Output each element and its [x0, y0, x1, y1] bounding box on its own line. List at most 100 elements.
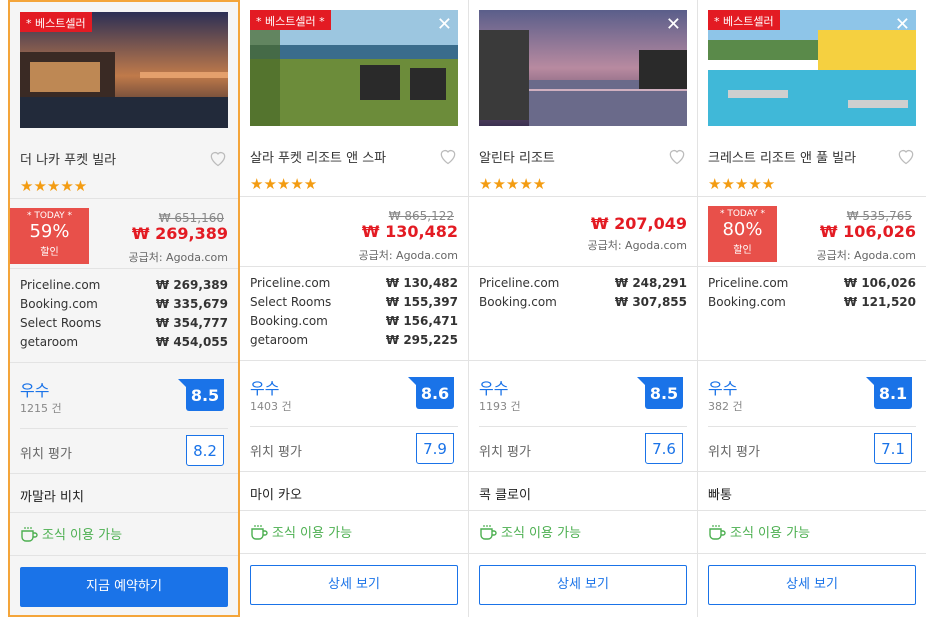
divider — [250, 426, 458, 427]
divider — [10, 512, 238, 513]
deal-price[interactable]: ₩ 269,389 — [132, 224, 228, 243]
breakfast-label: 조식 이용 가능 — [272, 526, 353, 541]
hotel-name[interactable]: 더 나카 푸켓 빌라 — [20, 149, 116, 168]
offer-site: getaroom — [250, 333, 309, 347]
divider — [10, 473, 238, 474]
offer-row[interactable]: getaroom ₩ 454,055 — [20, 335, 228, 354]
star-rating: ★★★★★ — [250, 175, 318, 193]
divider — [10, 268, 238, 269]
offer-site: Booking.com — [250, 314, 328, 328]
bestseller-badge: * 베스트셀러 * — [250, 10, 331, 30]
area-name: 콕 클로이 — [479, 488, 531, 503]
hotel-card-4[interactable]: * 베스트셀러 ✕ 크레스트 리조트 앤 풀 빌라 ★★★★★ * TODAY … — [698, 0, 926, 617]
divider — [698, 471, 926, 472]
close-icon[interactable]: ✕ — [666, 16, 681, 34]
review-count[interactable]: 1215 건 — [20, 400, 62, 416]
location-score: 7.6 — [645, 433, 683, 464]
breakfast-info: 조식 이용 가능 — [479, 522, 581, 541]
offer-row[interactable]: Priceline.com ₩ 130,482 — [250, 276, 458, 295]
today-label: * TODAY * — [26, 211, 73, 221]
offer-row[interactable]: Priceline.com ₩ 248,291 — [479, 276, 687, 295]
view-details-button[interactable]: 상세 보기 — [708, 565, 916, 605]
today-label: * TODAY * — [719, 209, 766, 219]
view-details-button[interactable]: 상세 보기 — [479, 565, 687, 605]
area-name: 빠통 — [708, 488, 732, 503]
deal-price[interactable]: ₩ 130,482 — [362, 222, 458, 241]
heart-icon[interactable] — [438, 146, 458, 166]
hotel-name[interactable]: 크레스트 리조트 앤 풀 빌라 — [708, 147, 856, 166]
offer-row[interactable]: Priceline.com ₩ 106,026 — [708, 276, 916, 295]
offer-row[interactable]: Booking.com ₩ 156,471 — [250, 314, 458, 333]
close-icon[interactable]: ✕ — [437, 16, 452, 34]
close-icon[interactable]: ✕ — [895, 16, 910, 34]
hotel-card-2[interactable]: * 베스트셀러 * ✕ 살라 푸켓 리조트 앤 스파 ★★★★★ ₩ 865,1… — [240, 0, 469, 617]
divider — [698, 360, 926, 361]
review-count[interactable]: 382 건 — [708, 398, 743, 414]
offer-row[interactable]: Booking.com ₩ 335,679 — [20, 297, 228, 316]
bestseller-badge: * 베스트셀러 — [708, 10, 780, 30]
hotel-name[interactable]: 살라 푸켓 리조트 앤 스파 — [250, 147, 386, 166]
divider — [698, 266, 926, 267]
hotel-photo[interactable]: * 베스트셀러 ✕ — [708, 10, 916, 126]
heart-icon[interactable] — [208, 148, 228, 168]
offer-list: Priceline.com ₩ 130,482 Select Rooms ₩ 155… — [250, 276, 458, 352]
offer-row[interactable]: Select Rooms ₩ 155,397 — [250, 295, 458, 314]
star-rating: ★★★★★ — [708, 175, 776, 193]
offer-price: ₩ 269,389 — [155, 278, 228, 292]
deal-price[interactable]: ₩ 106,026 — [820, 222, 916, 241]
review-score: 8.5 — [178, 379, 224, 411]
divider — [240, 471, 468, 472]
divider — [10, 555, 238, 556]
today-discount-badge: * TODAY * 80% 할인 — [708, 206, 777, 262]
supplier-label: 공급처: Agoda.com — [358, 249, 458, 262]
hotel-photo[interactable]: * 베스트셀러 * ✕ — [250, 10, 458, 126]
breakfast-info: 조식 이용 가능 — [250, 522, 352, 541]
original-price: ₩ 651,160 — [158, 211, 224, 225]
hotel-photo[interactable]: * 베스트셀러 — [20, 12, 228, 128]
heart-icon[interactable] — [896, 146, 916, 166]
offer-row[interactable]: Booking.com ₩ 121,520 — [708, 295, 916, 314]
divider — [469, 553, 697, 554]
offer-price: ₩ 454,055 — [155, 335, 228, 349]
offer-price: ₩ 307,855 — [614, 295, 687, 309]
discount-percent: 59% — [29, 221, 70, 242]
heart-icon[interactable] — [667, 146, 687, 166]
offer-row[interactable]: getaroom ₩ 295,225 — [250, 333, 458, 352]
hotel-card-1[interactable]: * 베스트셀러 더 나카 푸켓 빌라 ★★★★★ * TODAY * 59% 할… — [8, 0, 240, 617]
offer-site: Priceline.com — [250, 276, 331, 290]
review-score: 8.1 — [866, 377, 912, 409]
offer-row[interactable]: Select Rooms ₩ 354,777 — [20, 316, 228, 335]
coffee-cup-icon — [251, 524, 268, 540]
hotel-name[interactable]: 알린타 리조트 — [479, 147, 555, 166]
offer-site: Select Rooms — [20, 316, 102, 330]
divider — [479, 426, 687, 427]
hotel-card-3[interactable]: ✕ 알린타 리조트 ★★★★★ ₩ 207,049 공급처: Agoda.com… — [469, 0, 698, 617]
rating-label: 우수 — [708, 379, 738, 398]
offer-price: ₩ 354,777 — [155, 316, 228, 330]
view-details-button[interactable]: 상세 보기 — [250, 565, 458, 605]
offer-site: getaroom — [20, 335, 79, 349]
review-count[interactable]: 1193 건 — [479, 398, 521, 414]
location-score: 7.1 — [874, 433, 912, 464]
breakfast-label: 조식 이용 가능 — [501, 526, 582, 541]
offer-price: ₩ 248,291 — [614, 276, 687, 290]
offer-row[interactable]: Booking.com ₩ 307,855 — [479, 295, 687, 314]
review-count[interactable]: 1403 건 — [250, 398, 292, 414]
supplier-label: 공급처: Agoda.com — [128, 251, 228, 264]
hotel-photo[interactable]: ✕ — [479, 10, 687, 126]
coffee-cup-icon — [21, 526, 38, 542]
rating-label: 우수 — [250, 379, 280, 398]
breakfast-label: 조식 이용 가능 — [730, 526, 811, 541]
deal-price[interactable]: ₩ 207,049 — [591, 214, 687, 233]
offer-site: Booking.com — [479, 295, 557, 309]
offer-price: ₩ 156,471 — [385, 314, 458, 328]
offer-row[interactable]: Priceline.com ₩ 269,389 — [20, 278, 228, 297]
divider — [708, 426, 916, 427]
book-now-button[interactable]: 지금 예약하기 — [20, 567, 228, 607]
divider — [20, 428, 228, 429]
divider — [698, 553, 926, 554]
divider — [240, 196, 468, 197]
coffee-cup-icon — [709, 524, 726, 540]
location-label: 위치 평가 — [20, 447, 72, 462]
divider — [240, 553, 468, 554]
